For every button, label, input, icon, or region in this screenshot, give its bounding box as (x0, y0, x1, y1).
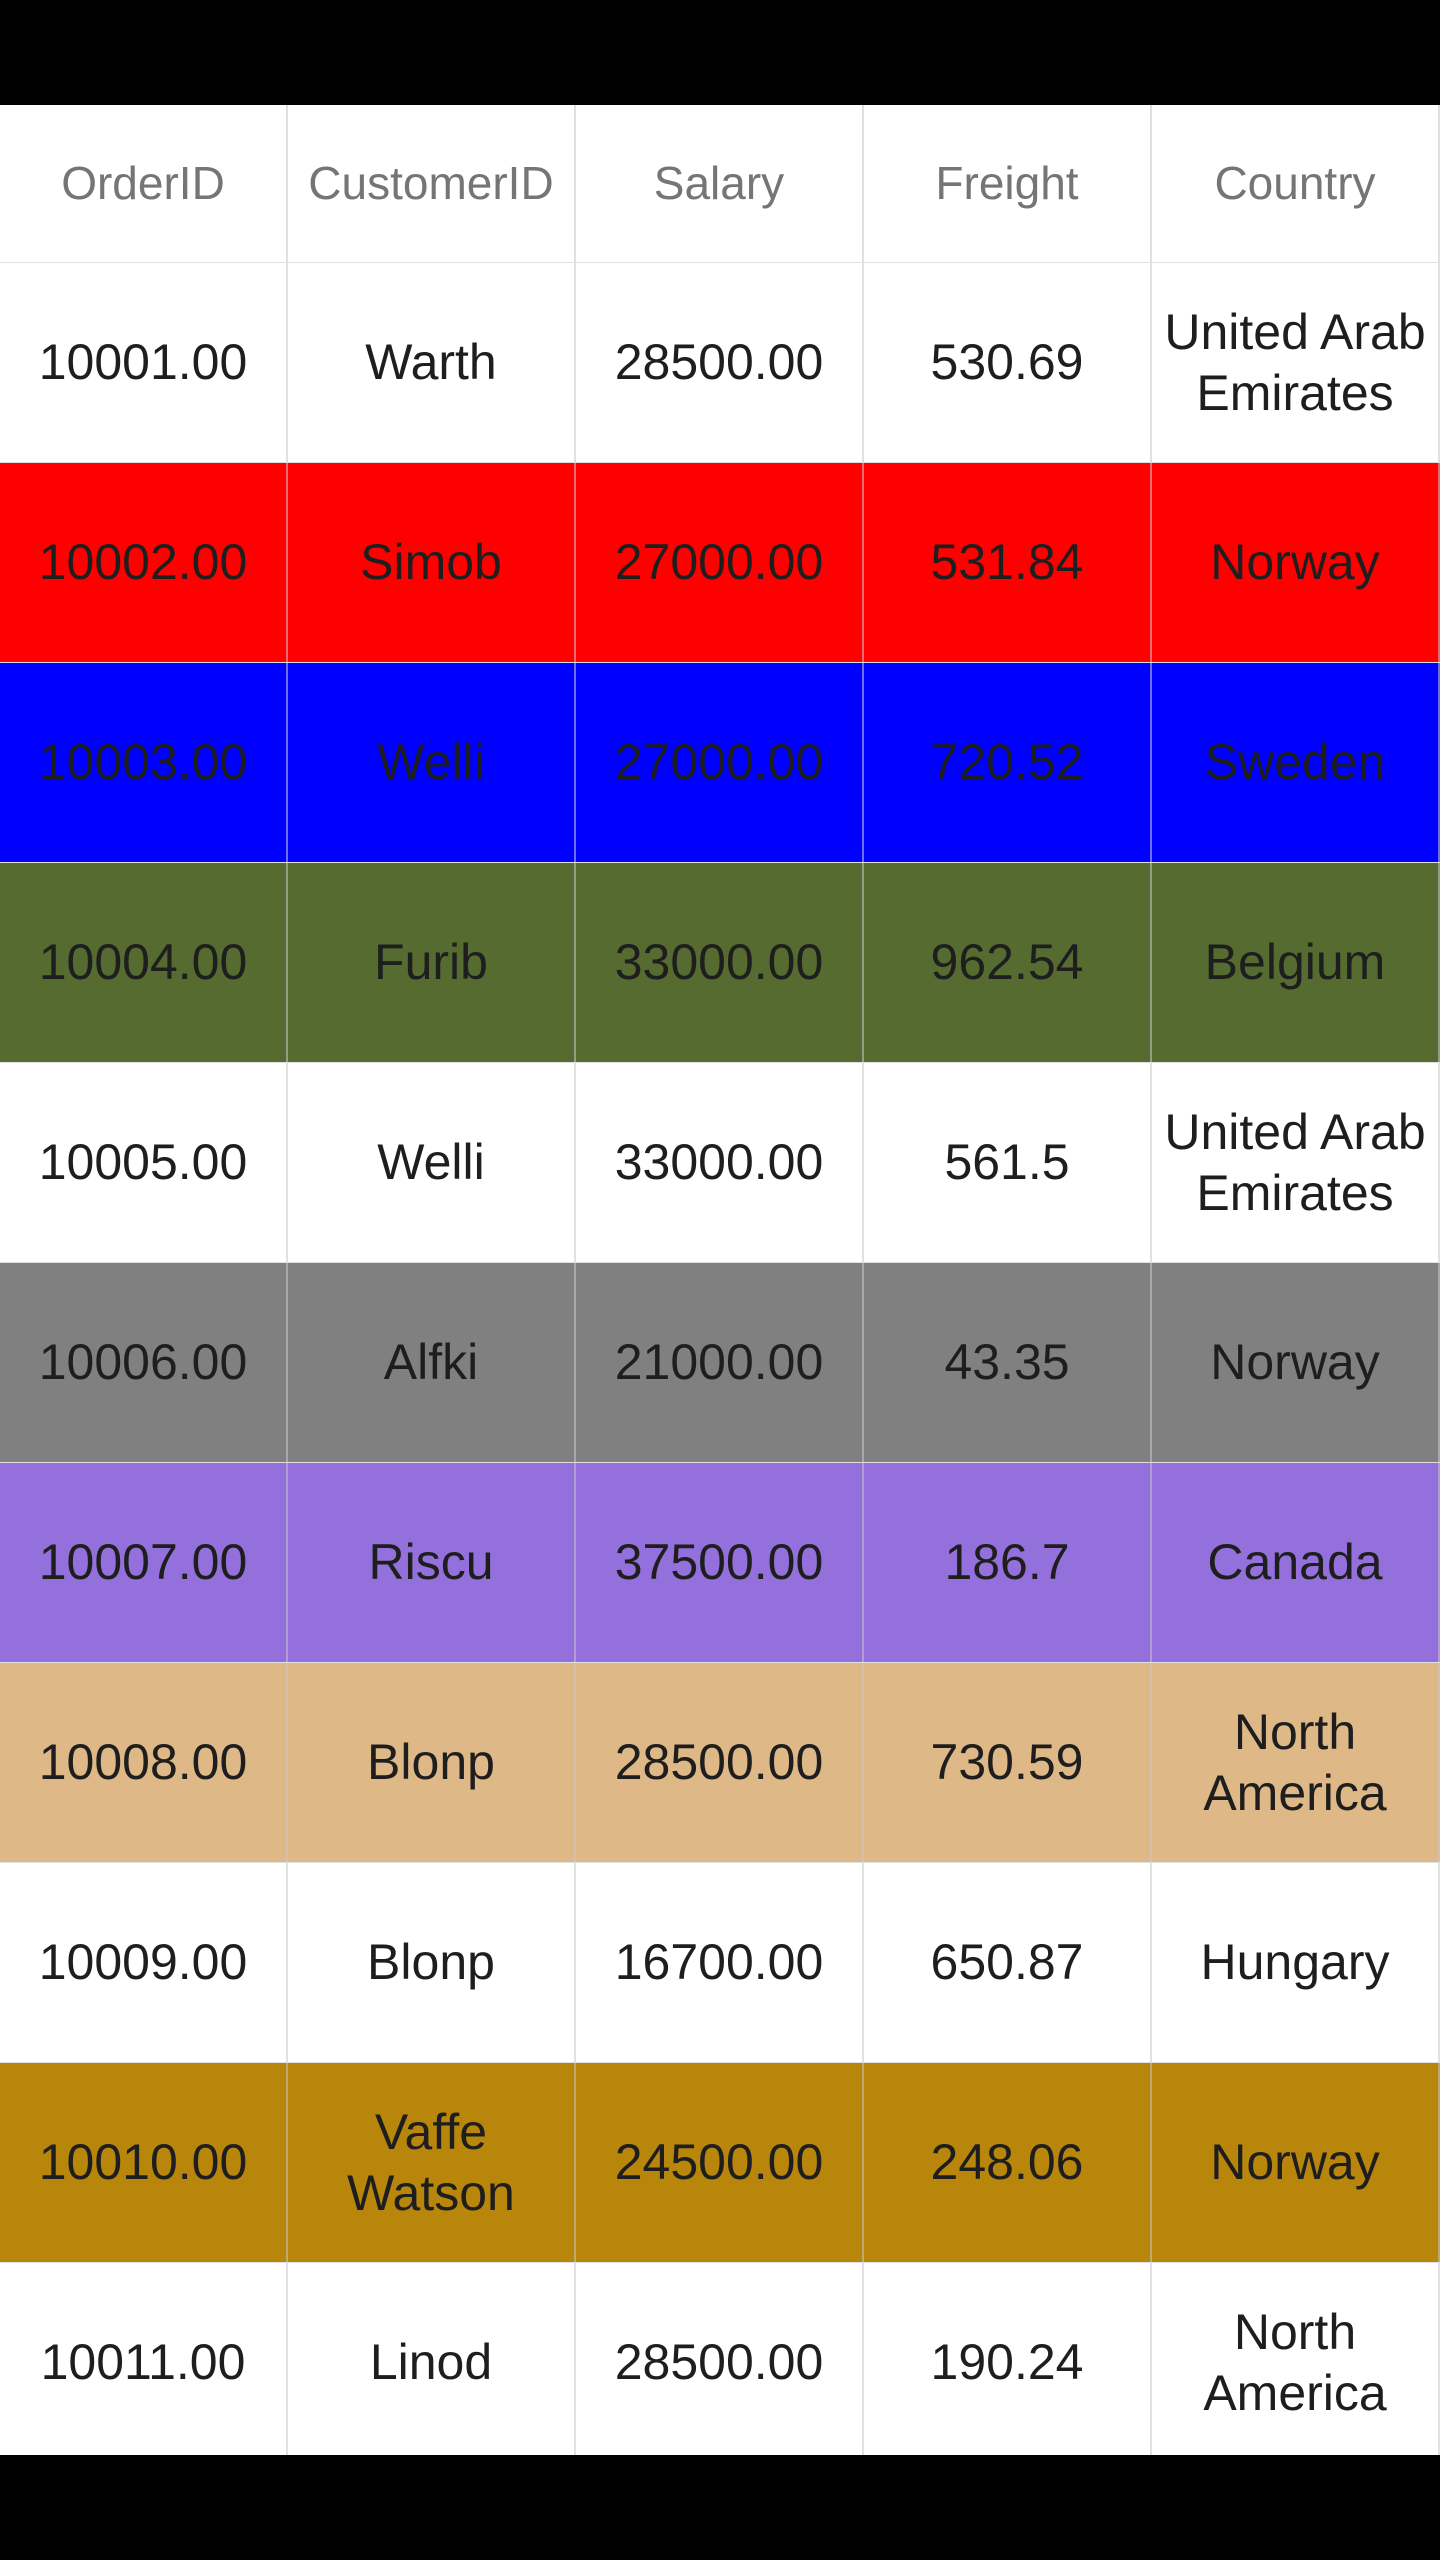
table-row[interactable]: 10011.00 Linod 28500.00 190.24 North Ame… (0, 2263, 1440, 2463)
cell-orderid[interactable]: 10003.00 (0, 663, 288, 862)
table-row[interactable]: 10005.00 Welli 33000.00 561.5 United Ara… (0, 1063, 1440, 1263)
cell-country[interactable]: North America (1152, 1663, 1440, 1862)
cell-country[interactable]: United Arab Emirates (1152, 263, 1440, 462)
navigation-bar (0, 2455, 1440, 2560)
cell-salary[interactable]: 37500.00 (576, 1463, 864, 1662)
cell-freight[interactable]: 530.69 (864, 263, 1152, 462)
cell-salary[interactable]: 28500.00 (576, 263, 864, 462)
cell-freight[interactable]: 190.24 (864, 2263, 1152, 2462)
table-row[interactable]: 10009.00 Blonp 16700.00 650.87 Hungary (0, 1863, 1440, 2063)
cell-customerid[interactable]: Welli (288, 1063, 576, 1262)
cell-freight[interactable]: 962.54 (864, 863, 1152, 1062)
cell-salary[interactable]: 33000.00 (576, 863, 864, 1062)
table-row[interactable]: 10001.00 Warth 28500.00 530.69 United Ar… (0, 263, 1440, 463)
table-row[interactable]: 10006.00 Alfki 21000.00 43.35 Norway (0, 1263, 1440, 1463)
cell-customerid[interactable]: Riscu (288, 1463, 576, 1662)
cell-customerid[interactable]: Vaffe Watson (288, 2063, 576, 2262)
cell-salary[interactable]: 28500.00 (576, 1663, 864, 1862)
status-bar (0, 0, 1440, 105)
column-header-orderid[interactable]: OrderID (0, 105, 288, 262)
column-header-customerid[interactable]: CustomerID (288, 105, 576, 262)
cell-country[interactable]: Sweden (1152, 663, 1440, 862)
app-screen: OrderID CustomerID Salary Freight Countr… (0, 0, 1440, 2560)
cell-orderid[interactable]: 10009.00 (0, 1863, 288, 2062)
cell-salary[interactable]: 27000.00 (576, 463, 864, 662)
cell-freight[interactable]: 561.5 (864, 1063, 1152, 1262)
cell-country[interactable]: Norway (1152, 2063, 1440, 2262)
cell-salary[interactable]: 28500.00 (576, 2263, 864, 2462)
table-row[interactable]: 10002.00 Simob 27000.00 531.84 Norway (0, 463, 1440, 663)
cell-salary[interactable]: 24500.00 (576, 2063, 864, 2262)
cell-customerid[interactable]: Welli (288, 663, 576, 862)
cell-country[interactable]: Norway (1152, 1263, 1440, 1462)
cell-freight[interactable]: 650.87 (864, 1863, 1152, 2062)
cell-customerid[interactable]: Linod (288, 2263, 576, 2462)
cell-salary[interactable]: 27000.00 (576, 663, 864, 862)
cell-orderid[interactable]: 10008.00 (0, 1663, 288, 1862)
cell-freight[interactable]: 720.52 (864, 663, 1152, 862)
column-header-country[interactable]: Country (1152, 105, 1440, 262)
table-row[interactable]: 10010.00 Vaffe Watson 24500.00 248.06 No… (0, 2063, 1440, 2263)
cell-orderid[interactable]: 10002.00 (0, 463, 288, 662)
cell-country[interactable]: Belgium (1152, 863, 1440, 1062)
table-row[interactable]: 10004.00 Furib 33000.00 962.54 Belgium (0, 863, 1440, 1063)
table-row[interactable]: 10003.00 Welli 27000.00 720.52 Sweden (0, 663, 1440, 863)
column-header-freight[interactable]: Freight (864, 105, 1152, 262)
cell-freight[interactable]: 248.06 (864, 2063, 1152, 2262)
cell-country[interactable]: Canada (1152, 1463, 1440, 1662)
cell-orderid[interactable]: 10010.00 (0, 2063, 288, 2262)
cell-country[interactable]: Hungary (1152, 1863, 1440, 2062)
cell-customerid[interactable]: Simob (288, 463, 576, 662)
data-grid: OrderID CustomerID Salary Freight Countr… (0, 105, 1440, 2463)
cell-orderid[interactable]: 10006.00 (0, 1263, 288, 1462)
cell-country[interactable]: North America (1152, 2263, 1440, 2462)
cell-salary[interactable]: 33000.00 (576, 1063, 864, 1262)
cell-orderid[interactable]: 10004.00 (0, 863, 288, 1062)
cell-salary[interactable]: 16700.00 (576, 1863, 864, 2062)
grid-header-row: OrderID CustomerID Salary Freight Countr… (0, 105, 1440, 263)
cell-country[interactable]: Norway (1152, 463, 1440, 662)
cell-freight[interactable]: 186.7 (864, 1463, 1152, 1662)
cell-orderid[interactable]: 10007.00 (0, 1463, 288, 1662)
cell-customerid[interactable]: Blonp (288, 1663, 576, 1862)
table-row[interactable]: 10007.00 Riscu 37500.00 186.7 Canada (0, 1463, 1440, 1663)
cell-orderid[interactable]: 10001.00 (0, 263, 288, 462)
table-row[interactable]: 10008.00 Blonp 28500.00 730.59 North Ame… (0, 1663, 1440, 1863)
cell-freight[interactable]: 730.59 (864, 1663, 1152, 1862)
cell-orderid[interactable]: 10011.00 (0, 2263, 288, 2462)
cell-salary[interactable]: 21000.00 (576, 1263, 864, 1462)
cell-freight[interactable]: 43.35 (864, 1263, 1152, 1462)
cell-customerid[interactable]: Warth (288, 263, 576, 462)
column-header-salary[interactable]: Salary (576, 105, 864, 262)
cell-country[interactable]: United Arab Emirates (1152, 1063, 1440, 1262)
cell-customerid[interactable]: Furib (288, 863, 576, 1062)
cell-orderid[interactable]: 10005.00 (0, 1063, 288, 1262)
cell-freight[interactable]: 531.84 (864, 463, 1152, 662)
cell-customerid[interactable]: Blonp (288, 1863, 576, 2062)
cell-customerid[interactable]: Alfki (288, 1263, 576, 1462)
